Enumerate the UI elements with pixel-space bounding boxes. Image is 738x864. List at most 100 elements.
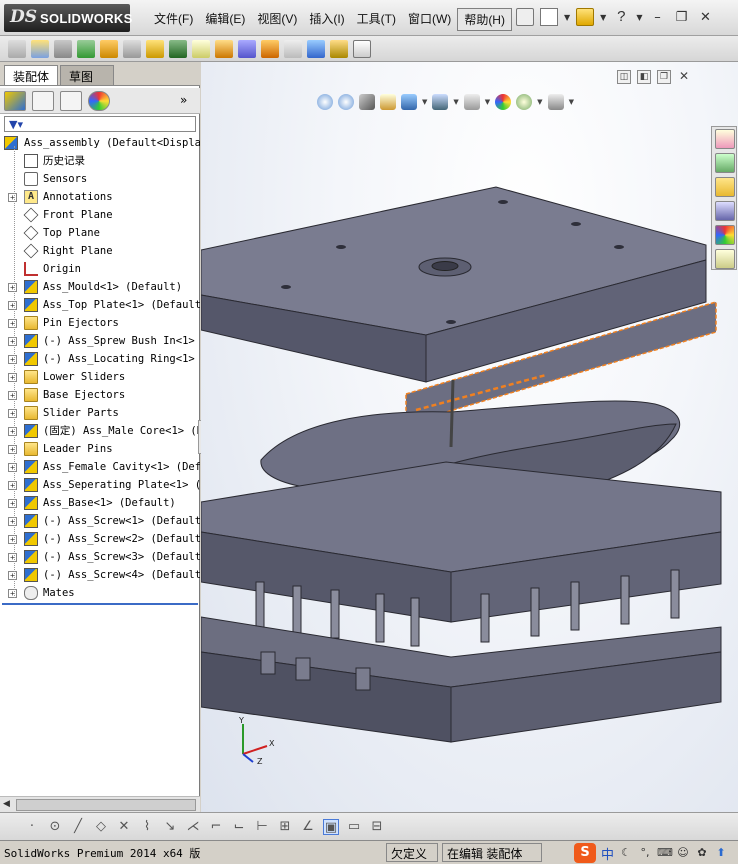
exploded-view-icon[interactable] <box>261 39 279 58</box>
mould-assembly-model[interactable] <box>201 162 731 762</box>
zoom-to-area-icon[interactable] <box>338 94 354 110</box>
view-window-icon[interactable]: ▭ <box>346 819 362 835</box>
user-icon[interactable]: ☺ <box>676 846 690 860</box>
restore-icon[interactable]: ❐ <box>672 10 690 25</box>
tree-item[interactable]: + (-) Ass_Sprew Bush In<1> ( <box>0 332 200 350</box>
polygon-icon[interactable]: ◇ <box>93 819 109 835</box>
expand-icon[interactable]: + <box>8 301 17 310</box>
explode-line-icon[interactable] <box>284 39 302 58</box>
tree-item[interactable]: + Base Ejectors <box>0 386 200 404</box>
tree-item[interactable]: + A Annotations <box>0 188 200 206</box>
minimize-icon[interactable]: – <box>648 10 666 25</box>
view-settings-icon[interactable] <box>547 94 564 110</box>
graphics-area[interactable]: ◫ ◧ ❐ ✕ ▼ ▼ ▼ ▼ ▼ Y X Z <box>201 62 738 812</box>
tree-item[interactable]: + Leader Pins <box>0 440 200 458</box>
expand-icon[interactable]: + <box>8 409 17 418</box>
shaded-cube-icon[interactable]: ▣ <box>323 818 339 835</box>
trim-icon[interactable]: ✕ <box>116 819 132 835</box>
tree-item[interactable]: + (-) Ass_Locating Ring<1> ( <box>0 350 200 368</box>
expand-icon[interactable]: + <box>8 463 17 472</box>
tree-item[interactable]: + Ass_Base<1> (Default) <box>0 494 200 512</box>
edit-appearance-icon[interactable] <box>495 94 512 110</box>
expand-icon[interactable]: + <box>8 337 17 346</box>
configuration-manager-icon[interactable] <box>60 91 82 111</box>
feature-manager-icon[interactable] <box>4 91 26 111</box>
circle-icon[interactable]: ⊙ <box>47 819 63 835</box>
moon-icon[interactable]: ☾ <box>619 846 633 860</box>
menu-insert[interactable]: 插入(I) <box>303 8 350 31</box>
assembly-features-icon[interactable] <box>169 39 187 58</box>
chevron-down-icon[interactable]: ▼ <box>485 98 490 106</box>
menu-help[interactable]: 帮助(H) <box>457 8 512 31</box>
tree-item[interactable]: + (固定) Ass_Male Core<1> (D <box>0 422 200 440</box>
tree-item[interactable]: 历史记录 <box>0 152 200 170</box>
expand-icon[interactable]: + <box>8 193 17 202</box>
filter-icon[interactable]: ▼▾ <box>9 118 23 131</box>
tree-item[interactable]: + (-) Ass_Screw<3> (Default) <box>0 548 200 566</box>
ime-language-mode[interactable]: 中 <box>601 844 614 863</box>
chevron-down-icon[interactable]: ▼ <box>600 13 606 22</box>
expand-icon[interactable]: + <box>8 535 17 544</box>
help-icon[interactable]: ? <box>612 8 630 26</box>
interference-detection-icon[interactable] <box>307 39 325 58</box>
pin-icon[interactable] <box>516 8 534 26</box>
expand-icon[interactable]: + <box>8 283 17 292</box>
upload-icon[interactable]: ⬆ <box>714 846 728 860</box>
tree-item[interactable]: + (-) Ass_Screw<2> (Default) <box>0 530 200 548</box>
solidworks-logo[interactable]: DS SOLIDWORKS <box>4 4 132 32</box>
clearance-verification-icon[interactable] <box>330 39 348 58</box>
home-icon[interactable] <box>715 129 735 149</box>
scrollbar-thumb[interactable] <box>16 799 196 811</box>
more-tabs-icon[interactable]: » <box>180 93 187 107</box>
mirror-icon[interactable]: ⋌ <box>185 819 201 835</box>
menu-edit[interactable]: 编辑(E) <box>199 8 251 31</box>
expand-icon[interactable]: + <box>8 319 17 328</box>
close-view-icon[interactable]: ✕ <box>677 70 691 84</box>
chevron-down-icon[interactable]: ▼ <box>569 98 574 106</box>
tree-item[interactable]: + Ass_Mould<1> (Default) <box>0 278 200 296</box>
split-vertical-icon[interactable]: ◧ <box>637 70 651 84</box>
smart-fasteners-icon[interactable] <box>100 39 118 58</box>
bill-of-materials-icon[interactable] <box>238 39 256 58</box>
hide-show-items-icon[interactable] <box>463 94 480 110</box>
tree-item[interactable]: + Ass_Seperating Plate<1> (D <box>0 476 200 494</box>
expand-icon[interactable]: + <box>8 553 17 562</box>
tab-assembly[interactable]: 装配体 <box>4 65 59 85</box>
zoom-to-fit-icon[interactable] <box>317 94 333 110</box>
smart-dimension-icon[interactable]: ⊢ <box>254 819 270 835</box>
expand-icon[interactable]: + <box>8 499 17 508</box>
expand-icon[interactable]: + <box>8 517 17 526</box>
new-motion-study-icon[interactable] <box>215 39 233 58</box>
apply-scene-icon[interactable] <box>516 94 533 110</box>
open-folder-icon[interactable] <box>576 8 595 26</box>
linear-pattern-icon[interactable] <box>77 39 95 58</box>
insert-component-icon[interactable] <box>31 39 49 58</box>
tree-item[interactable]: Origin <box>0 260 200 278</box>
tree-item[interactable]: + Pin Ejectors <box>0 314 200 332</box>
punctuation-icon[interactable]: °, <box>638 846 652 860</box>
edit-component-icon[interactable] <box>8 39 26 58</box>
restore-view-icon[interactable]: ❐ <box>657 70 671 84</box>
tree-item[interactable]: Front Plane <box>0 206 200 224</box>
chevron-down-icon[interactable]: ▼ <box>564 13 570 22</box>
section-view-icon[interactable] <box>380 94 396 110</box>
angle-icon[interactable]: ∠ <box>300 819 316 835</box>
reference-geometry-icon[interactable] <box>192 39 210 58</box>
scroll-left-icon[interactable]: ◀ <box>3 799 10 809</box>
tree-item[interactable]: Right Plane <box>0 242 200 260</box>
view-orientation-icon[interactable] <box>401 94 417 110</box>
offset-icon[interactable]: ⌇ <box>139 819 155 835</box>
line-icon[interactable]: ╱ <box>70 819 86 835</box>
tree-item[interactable]: + Lower Sliders <box>0 368 200 386</box>
move-component-icon[interactable] <box>123 39 141 58</box>
chevron-down-icon[interactable]: ▼ <box>636 13 642 22</box>
menu-window[interactable]: 窗口(W) <box>402 8 457 31</box>
tree-item[interactable]: + Mates <box>0 584 200 602</box>
sketch-fillet-icon[interactable]: ⌙ <box>231 819 247 835</box>
chevron-down-icon[interactable]: ▼ <box>537 98 542 106</box>
split-horizontal-icon[interactable]: ◫ <box>617 70 631 84</box>
tree-item[interactable]: + Ass_Female Cavity<1> (Defa <box>0 458 200 476</box>
menu-file[interactable]: 文件(F) <box>148 8 199 31</box>
horizontal-scrollbar[interactable]: ◀ <box>0 796 200 812</box>
new-document-icon[interactable] <box>540 8 558 26</box>
